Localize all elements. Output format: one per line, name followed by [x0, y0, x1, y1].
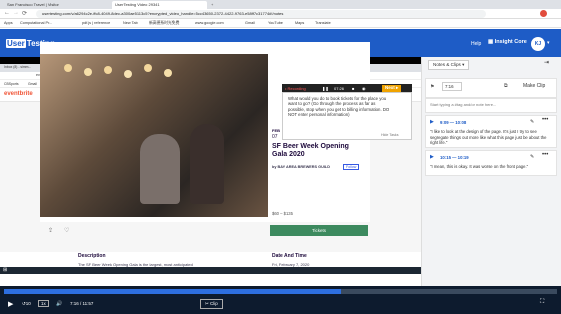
note-composer: ⚑ 7:16 ⧉ Make Clip	[425, 78, 557, 98]
timeline-progress	[4, 289, 342, 294]
note-time: 10:15 — 10:19	[440, 155, 469, 160]
recording-time: 07:26	[334, 86, 345, 91]
player-controls: ▶ ↺10 1x 🔊 7:16 / 11:57 ✂ Clip ⛶	[0, 286, 561, 314]
bookmark[interactable]: Translate	[315, 21, 331, 25]
windows-taskbar: ⊞	[0, 267, 421, 274]
task-text: What would you do to book tickets for th…	[288, 96, 390, 118]
fullscreen-icon[interactable]: ⛶	[540, 299, 544, 306]
heart-icon[interactable]: ♡	[64, 227, 69, 234]
note-time: 9:09 — 10:08	[440, 120, 467, 125]
bookmark[interactable]: New Tab	[123, 21, 138, 25]
more-icon[interactable]: •••	[542, 117, 548, 123]
event-day: 07	[272, 134, 278, 140]
bookmarks-bar: Apps Computational Pr... pdf.js | refere…	[0, 19, 561, 28]
speed-button[interactable]: 1x	[38, 300, 49, 307]
event-organizer[interactable]: by BAY AREA BREWERS GUILD	[272, 165, 330, 169]
play-button[interactable]: ▶	[8, 300, 13, 308]
person-silhouette	[140, 134, 180, 204]
clip-icon: ⧉	[504, 83, 508, 89]
hide-tasks-toggle[interactable]: Hide Tasks	[381, 133, 399, 137]
more-icon[interactable]: •••	[542, 152, 548, 158]
task-popup: What would you do to book tickets for th…	[282, 92, 412, 140]
windows-icon: ⊞	[3, 267, 8, 273]
recording-label: • Recording	[285, 86, 306, 91]
forward-icon[interactable]: →	[13, 10, 19, 16]
next-button[interactable]: Next ▸	[382, 85, 402, 92]
make-clip-button[interactable]: Make Clip	[523, 83, 545, 89]
browser-tab-active[interactable]: UserTesting Video 29341	[112, 1, 207, 9]
chevron-down-icon[interactable]: ▾	[547, 40, 550, 46]
rewind-icon[interactable]: ↺10	[22, 301, 31, 307]
profile-icon[interactable]	[540, 10, 547, 17]
bookmark[interactable]: 新高德系时光免费	[149, 21, 179, 26]
player-time: 7:16 / 11:57	[70, 301, 94, 306]
note-placeholder: Start typing a #tag and/or note here...	[430, 102, 497, 107]
event-price: $60 – $135	[272, 211, 293, 216]
bookmark[interactable]: www.google.com	[195, 21, 224, 25]
help-link[interactable]: Help	[471, 41, 481, 47]
description-heading: Description	[78, 253, 106, 259]
note-card[interactable]: ▶ 10:15 — 10:19 ✎ ••• "I mean, this is o…	[425, 150, 557, 176]
notes-clips-dropdown[interactable]: Notes & Clips ▾	[428, 60, 470, 70]
bookmark[interactable]: Maps	[295, 21, 304, 25]
follow-button[interactable]: Follow	[343, 164, 360, 170]
inner-bookmark: CBSports	[4, 81, 19, 86]
note-card[interactable]: ▶ 9:09 — 10:08 ✎ ••• "I like to look at …	[425, 115, 557, 148]
expand-panel-icon[interactable]: ⇥	[544, 59, 549, 66]
clip-button[interactable]: ✂ Clip	[200, 299, 223, 309]
person-silhouette	[190, 124, 224, 204]
reload-icon[interactable]: ⟳	[22, 10, 27, 17]
address-bar: ← → ⟳ usertesting.com/v/a6294c2e-ffc8-40…	[0, 9, 561, 19]
camera-icon[interactable]: ◉	[362, 86, 366, 91]
inner-tab: Inbox (8) - simm...	[4, 65, 32, 69]
bookmark[interactable]: YouTube	[268, 21, 283, 25]
back-icon[interactable]: ←	[4, 10, 10, 16]
bookmark[interactable]: pdf.js | reference	[82, 21, 110, 25]
edit-icon[interactable]: ✎	[530, 119, 534, 125]
date-time-heading: Date And Time	[272, 253, 307, 259]
insight-core-link[interactable]: ▦ Insight Core	[488, 39, 527, 45]
url-field[interactable]: usertesting.com/v/a6294c2e-ffc8-4049-8de…	[36, 10, 486, 18]
play-icon[interactable]: ▶	[430, 119, 434, 125]
bookmark[interactable]: Apps	[4, 21, 13, 25]
new-tab-button[interactable]: +	[208, 1, 216, 9]
string-lights	[64, 64, 72, 72]
inner-bookmark: Gmail	[28, 81, 37, 86]
note-text: "I like to look at the design of the pag…	[430, 129, 547, 145]
bookmark[interactable]: Gmail	[245, 21, 255, 25]
volume-icon[interactable]: 🔊	[56, 301, 62, 307]
eventbrite-logo: eventbrite	[4, 91, 33, 97]
timeline-track[interactable]	[4, 289, 557, 294]
note-input[interactable]: Start typing a #tag and/or note here...	[425, 98, 557, 113]
play-icon[interactable]: ▶	[430, 154, 434, 160]
tickets-button[interactable]: Tickets	[270, 225, 368, 236]
edit-icon[interactable]: ✎	[530, 154, 534, 160]
avatar[interactable]: KJ	[531, 37, 545, 51]
event-month: FEB	[272, 128, 280, 133]
flag-icon[interactable]: ⚑	[430, 84, 434, 90]
pause-icon[interactable]: ❚❚	[322, 86, 329, 91]
timestamp-field[interactable]: 7:16	[442, 82, 462, 91]
event-photo	[40, 54, 268, 217]
share-icon[interactable]: ⇪	[48, 227, 53, 234]
browser-tab-bar: San Francisco Travel | Visitor UserTesti…	[0, 0, 561, 9]
note-text: "I mean, this is okay. It was worse on t…	[430, 164, 529, 169]
browser-tab[interactable]: San Francisco Travel | Visitor	[4, 1, 109, 9]
event-title: SF Beer Week Opening Gala 2020	[272, 143, 349, 158]
bookmark[interactable]: Computational Pr...	[20, 21, 52, 25]
grid-icon: ▦	[488, 39, 495, 45]
stop-icon[interactable]: ■	[352, 86, 354, 91]
